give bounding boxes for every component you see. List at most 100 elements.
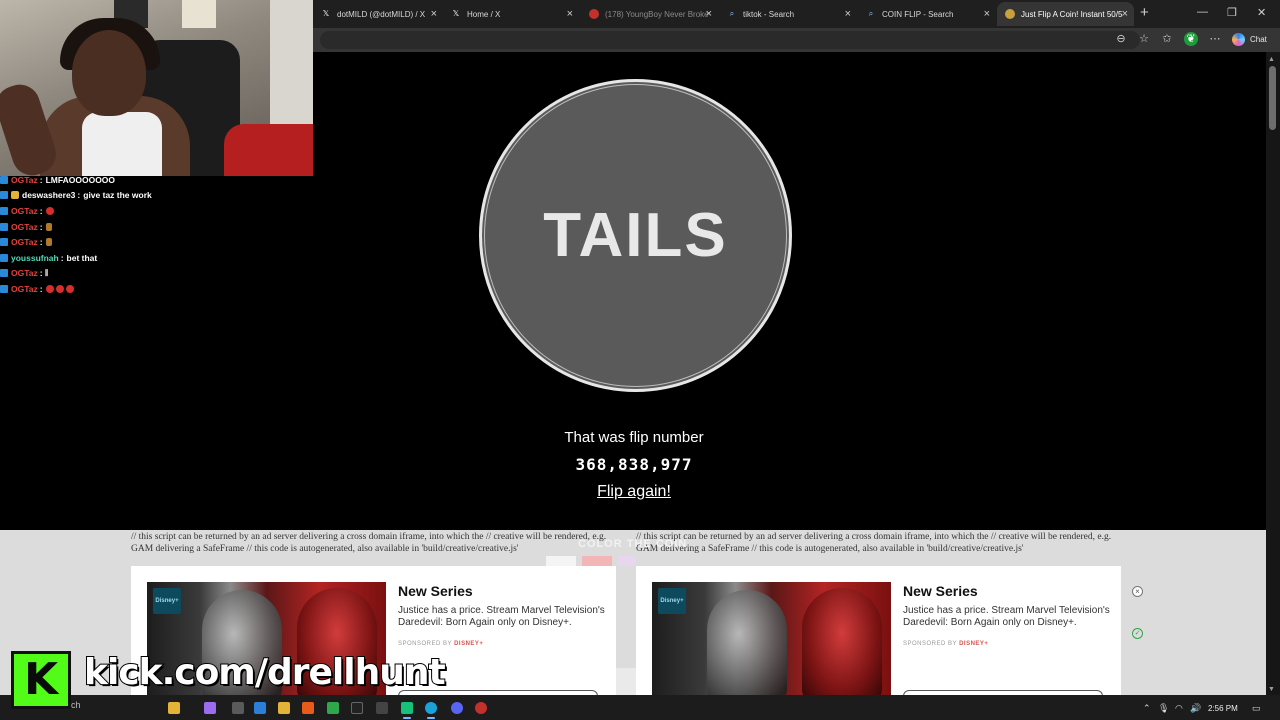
- ad-script-text: // this script can be returned by an ad …: [636, 532, 1112, 554]
- flip-count: 368,838,977: [575, 455, 693, 474]
- tab-home-x[interactable]: 𝕏 Home / X ×: [443, 2, 579, 26]
- app-taskbar-icon[interactable]: [302, 702, 314, 714]
- coin-result: TAILS: [543, 201, 728, 270]
- flip-again-link[interactable]: Flip again!: [0, 483, 1268, 501]
- app-taskbar-icon[interactable]: [232, 702, 244, 714]
- tab-label: tiktok - Search: [743, 9, 795, 19]
- tab-close-icon[interactable]: ×: [1122, 8, 1128, 20]
- chat-message: OGTaz :: [0, 219, 300, 235]
- kick-logo-letter: K: [23, 654, 59, 705]
- chat-badge-icon: [0, 284, 8, 293]
- ad-script-text: // this script can be returned by an ad …: [131, 532, 607, 554]
- discord-taskbar-icon[interactable]: [451, 702, 463, 714]
- coin[interactable]: TAILS: [479, 79, 792, 392]
- minimize-icon[interactable]: —: [1197, 6, 1208, 18]
- flip-number-label: That was flip number: [564, 429, 704, 446]
- color-the-coin-label: COLOR THE COIN: [578, 538, 688, 550]
- chat-text: bet that: [66, 252, 98, 263]
- chat-badge-icon: [0, 238, 8, 247]
- chat-username: OGTaz: [11, 237, 38, 248]
- chat-badge-icon: [0, 269, 8, 278]
- notifications-icon[interactable]: ▭: [1252, 703, 1261, 714]
- x-logo-icon: 𝕏: [322, 9, 330, 18]
- chat-username: deswashere3: [22, 190, 76, 201]
- scroll-up-icon[interactable]: ▲: [1268, 56, 1275, 63]
- scroll-thumb[interactable]: [1269, 66, 1276, 130]
- reader-icon[interactable]: ⊖: [1114, 32, 1128, 46]
- color-swatch[interactable]: [582, 556, 612, 566]
- app-taskbar-icon[interactable]: [204, 702, 216, 714]
- chat-text: LMFAOOOOOOO: [45, 174, 116, 185]
- favorite-star-icon[interactable]: ☆: [1137, 32, 1151, 46]
- edge-taskbar-icon[interactable]: [425, 702, 437, 719]
- wall-poster: [182, 0, 216, 28]
- ad-image-mask: [802, 588, 882, 696]
- wifi-icon[interactable]: ◠: [1175, 703, 1183, 714]
- store-taskbar-icon[interactable]: [254, 702, 266, 714]
- restore-icon[interactable]: ❐: [1227, 6, 1237, 19]
- emote-icon: [45, 222, 52, 231]
- tab-label: Just Flip A Coin! Instant 50/5: [1021, 9, 1123, 19]
- color-swatch[interactable]: [618, 556, 636, 566]
- windows-taskbar: [0, 695, 1280, 720]
- ad-image-face: [707, 590, 787, 696]
- chat-text: give taz the work: [83, 190, 152, 201]
- microphone-icon[interactable]: 🎙: [1158, 703, 1169, 714]
- webcam-overlay: [0, 0, 313, 176]
- chat-message: OGTaz :: [0, 281, 300, 297]
- ad-divider: [616, 668, 636, 695]
- tab-close-icon[interactable]: ×: [984, 8, 990, 20]
- close-window-icon[interactable]: ✕: [1257, 6, 1266, 19]
- app-taskbar-icon[interactable]: [327, 702, 339, 714]
- disney-badge: Disney+: [153, 588, 181, 614]
- tab-tiktok-search[interactable]: ⌕ tiktok - Search ×: [719, 2, 857, 26]
- app-taskbar-icon[interactable]: [475, 702, 487, 714]
- coin-icon: [1005, 9, 1015, 19]
- tiktok-taskbar-icon[interactable]: [351, 702, 363, 714]
- ad-body: Justice has a price. Stream Marvel Telev…: [903, 605, 1110, 628]
- ad-title: New Series: [398, 583, 473, 599]
- copilot-taskbar-icon[interactable]: [168, 702, 180, 714]
- chat-badge-icon: [0, 191, 8, 200]
- ad-close-icon[interactable]: ×: [1132, 586, 1143, 597]
- taskbar-clock[interactable]: 2:56 PM: [1208, 704, 1238, 713]
- devil-emote-icon: [65, 284, 74, 293]
- tab-just-flip-a-coin[interactable]: Just Flip A Coin! Instant 50/5 ×: [997, 2, 1134, 26]
- more-menu-icon[interactable]: ⋯: [1208, 32, 1222, 46]
- page-scrollbar[interactable]: [1266, 52, 1280, 695]
- favorites-icon[interactable]: ✩: [1160, 32, 1174, 46]
- copilot-icon: [1232, 33, 1245, 46]
- chat-username: OGTaz: [11, 268, 38, 279]
- webcam-person-head: [72, 30, 146, 116]
- scroll-down-icon[interactable]: ▼: [1268, 686, 1275, 693]
- ad-card[interactable]: Disney+ New Series Justice has a price. …: [636, 566, 1121, 696]
- extension-icon[interactable]: ❦: [1184, 32, 1198, 46]
- kick-url: kick.com/drellhunt: [83, 651, 447, 694]
- tab-coin-flip-search[interactable]: ⌕ COIN FLIP - Search ×: [858, 2, 996, 26]
- tab-close-icon[interactable]: ×: [845, 8, 851, 20]
- tab-close-icon[interactable]: ×: [567, 8, 573, 20]
- app-taskbar-icon[interactable]: [401, 702, 413, 719]
- chat-username: youssufnah: [11, 252, 59, 263]
- tab-dotmild[interactable]: 𝕏 dotMILD (@dotMILD) / X ×: [313, 2, 443, 26]
- color-swatch[interactable]: [546, 556, 576, 566]
- chat-badge-icon: [0, 222, 8, 231]
- disney-badge: Disney+: [658, 588, 686, 614]
- tab-label: COIN FLIP - Search: [882, 9, 954, 19]
- volume-icon[interactable]: 🔊: [1190, 703, 1201, 714]
- ad-info-icon[interactable]: ✓: [1132, 628, 1143, 639]
- stream-chat: OGTaz : LMFAOOOOOOO deswashere3 : give t…: [0, 172, 300, 297]
- chat-message: deswashere3 : give taz the work: [0, 188, 300, 204]
- tab-label: dotMILD (@dotMILD) / X: [337, 9, 426, 19]
- tab-label: (178) YoungBoy Never Broke: [605, 9, 709, 19]
- address-field[interactable]: [320, 31, 1140, 49]
- chat-badge-icon: [0, 175, 8, 184]
- new-tab-button[interactable]: +: [1140, 4, 1149, 21]
- app-taskbar-icon[interactable]: [376, 702, 388, 714]
- tab-close-icon[interactable]: ×: [431, 8, 437, 20]
- file-explorer-taskbar-icon[interactable]: [278, 702, 290, 714]
- show-hidden-icons-icon[interactable]: ⌃: [1143, 703, 1151, 714]
- tab-youtube[interactable]: (178) YoungBoy Never Broke ×: [581, 2, 718, 26]
- tab-close-icon[interactable]: ×: [706, 8, 712, 20]
- copilot-chat-button[interactable]: Chat: [1232, 31, 1267, 48]
